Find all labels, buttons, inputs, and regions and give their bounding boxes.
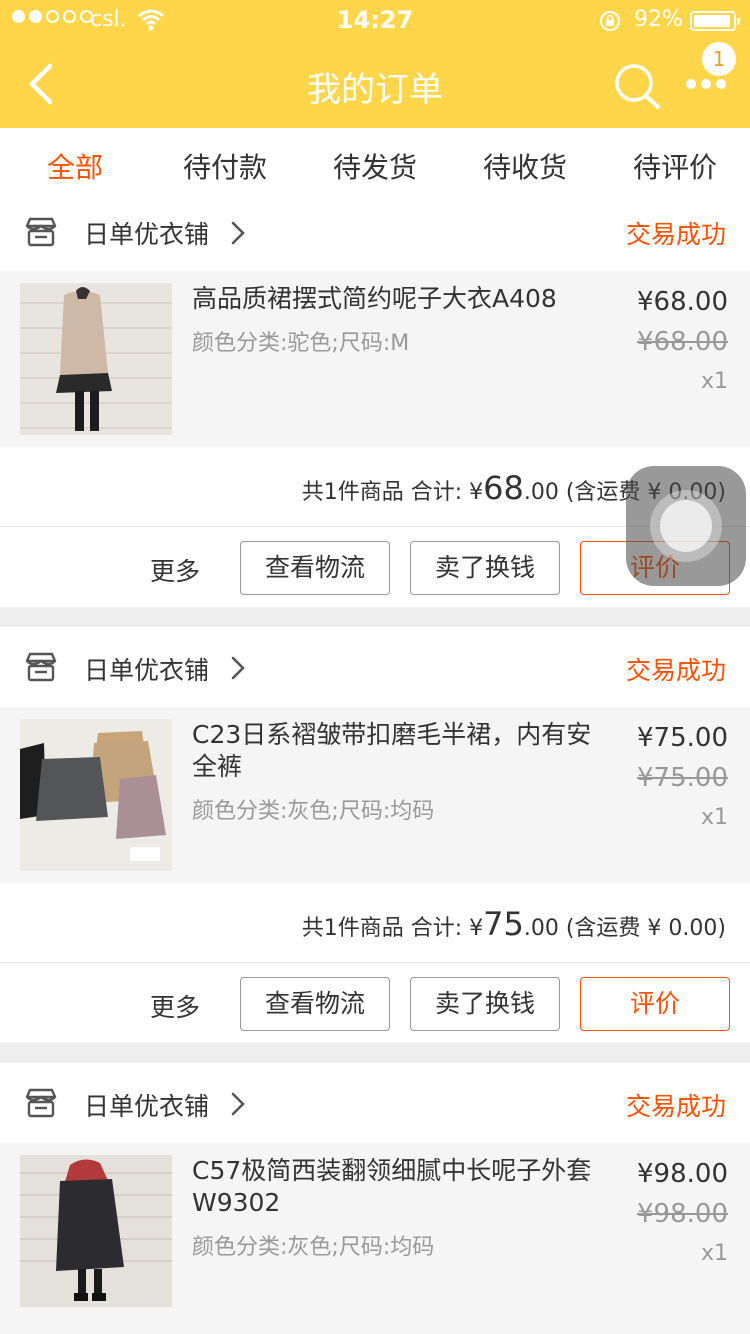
order-summary: 共1件商品 合计: ¥75.00 (含运费 ¥ 0.00) <box>0 883 750 963</box>
shop-name[interactable]: 日单优衣铺 <box>84 651 209 687</box>
order-item[interactable]: C57极简西装翻领细腻中长呢子外套W9302 颜色分类:灰色;尺码:均码 ¥98… <box>0 1143 750 1334</box>
review-button[interactable]: 评价 <box>580 977 730 1031</box>
search-icon[interactable] <box>612 62 664 110</box>
product-title[interactable]: C57极简西装翻领细腻中长呢子外套W9302 <box>192 1155 592 1219</box>
shop-name[interactable]: 日单优衣铺 <box>84 1087 209 1123</box>
product-price: ¥98.00 <box>637 1159 728 1189</box>
chevron-right-icon <box>231 1092 245 1116</box>
original-price: ¥98.00 <box>637 1199 728 1229</box>
order-card: 日单优衣铺 交易成功 C23日系褶皱带扣磨毛半裙，内有安全裤 颜色分类:灰色;尺 <box>0 627 750 1043</box>
order-status: 交易成功 <box>625 1092 726 1121</box>
view-logistics-button[interactable]: 查看物流 <box>240 541 390 595</box>
original-price: ¥75.00 <box>637 763 728 793</box>
product-image[interactable] <box>20 283 172 435</box>
shop-row[interactable]: 日单优衣铺 交易成功 <box>0 627 750 707</box>
tab-all[interactable]: 全部 <box>0 128 150 207</box>
shop-row[interactable]: 日单优衣铺 交易成功 <box>0 199 750 271</box>
product-sku: 颜色分类:驼色;尺码:M <box>192 331 410 356</box>
product-price: ¥75.00 <box>637 723 728 753</box>
product-image[interactable] <box>20 719 172 871</box>
order-card: 日单优衣铺 交易成功 C57极简西装翻领细腻中长呢子外套W9302 颜色分类:灰… <box>0 1063 750 1334</box>
original-price: ¥68.00 <box>637 327 728 357</box>
quantity: x1 <box>700 369 728 394</box>
shop-name[interactable]: 日单优衣铺 <box>84 215 209 251</box>
order-item[interactable]: C23日系褶皱带扣磨毛半裙，内有安全裤 颜色分类:灰色;尺码:均码 ¥75.00… <box>0 707 750 883</box>
view-logistics-button[interactable]: 查看物流 <box>240 977 390 1031</box>
top-bar: csl. 14:27 92% 我的订单 1 <box>0 0 750 128</box>
rotation-lock-icon <box>600 11 620 31</box>
order-status: 交易成功 <box>625 220 726 249</box>
chevron-right-icon <box>231 221 245 245</box>
screen: csl. 14:27 92% 我的订单 1 全部 待付款 待发货 待收货 待评价… <box>0 0 750 1334</box>
quantity: x1 <box>700 1241 728 1266</box>
tab-pending-receipt[interactable]: 待收货 <box>450 128 600 207</box>
tab-pending-shipment[interactable]: 待发货 <box>300 128 450 207</box>
order-actions: 更多 查看物流 卖了换钱 评价 <box>0 963 750 1043</box>
shop-row[interactable]: 日单优衣铺 交易成功 <box>0 1063 750 1143</box>
status-bar: csl. 14:27 92% <box>0 0 750 40</box>
battery-percent: 92% <box>634 7 683 32</box>
product-title[interactable]: 高品质裙摆式简约呢子大衣A408 <box>192 283 592 315</box>
product-sku: 颜色分类:灰色;尺码:均码 <box>192 799 435 824</box>
more-button[interactable]: 更多 <box>150 988 200 1024</box>
product-sku: 颜色分类:灰色;尺码:均码 <box>192 1235 435 1260</box>
tab-pending-review[interactable]: 待评价 <box>600 128 750 207</box>
shop-icon <box>25 1088 57 1118</box>
order-tabs: 全部 待付款 待发货 待收货 待评价 <box>0 128 750 208</box>
notification-badge: 1 <box>702 42 736 76</box>
assistive-touch-icon[interactable] <box>626 466 746 586</box>
shop-icon <box>25 652 57 682</box>
tab-pending-payment[interactable]: 待付款 <box>150 128 300 207</box>
shop-icon <box>25 217 57 247</box>
quantity: x1 <box>700 805 728 830</box>
product-price: ¥68.00 <box>637 287 728 317</box>
product-title[interactable]: C23日系褶皱带扣磨毛半裙，内有安全裤 <box>192 719 592 783</box>
product-image[interactable] <box>20 1155 172 1307</box>
resell-button[interactable]: 卖了换钱 <box>410 977 560 1031</box>
chevron-right-icon <box>231 656 245 680</box>
battery-icon <box>690 11 740 31</box>
order-item[interactable]: 高品质裙摆式简约呢子大衣A408 颜色分类:驼色;尺码:M ¥68.00 ¥68… <box>0 271 750 447</box>
resell-button[interactable]: 卖了换钱 <box>410 541 560 595</box>
more-button[interactable]: 更多 <box>150 552 200 588</box>
order-total: 共1件商品 合计: ¥75.00 (含运费 ¥ 0.00) <box>301 905 726 943</box>
order-status: 交易成功 <box>625 656 726 685</box>
